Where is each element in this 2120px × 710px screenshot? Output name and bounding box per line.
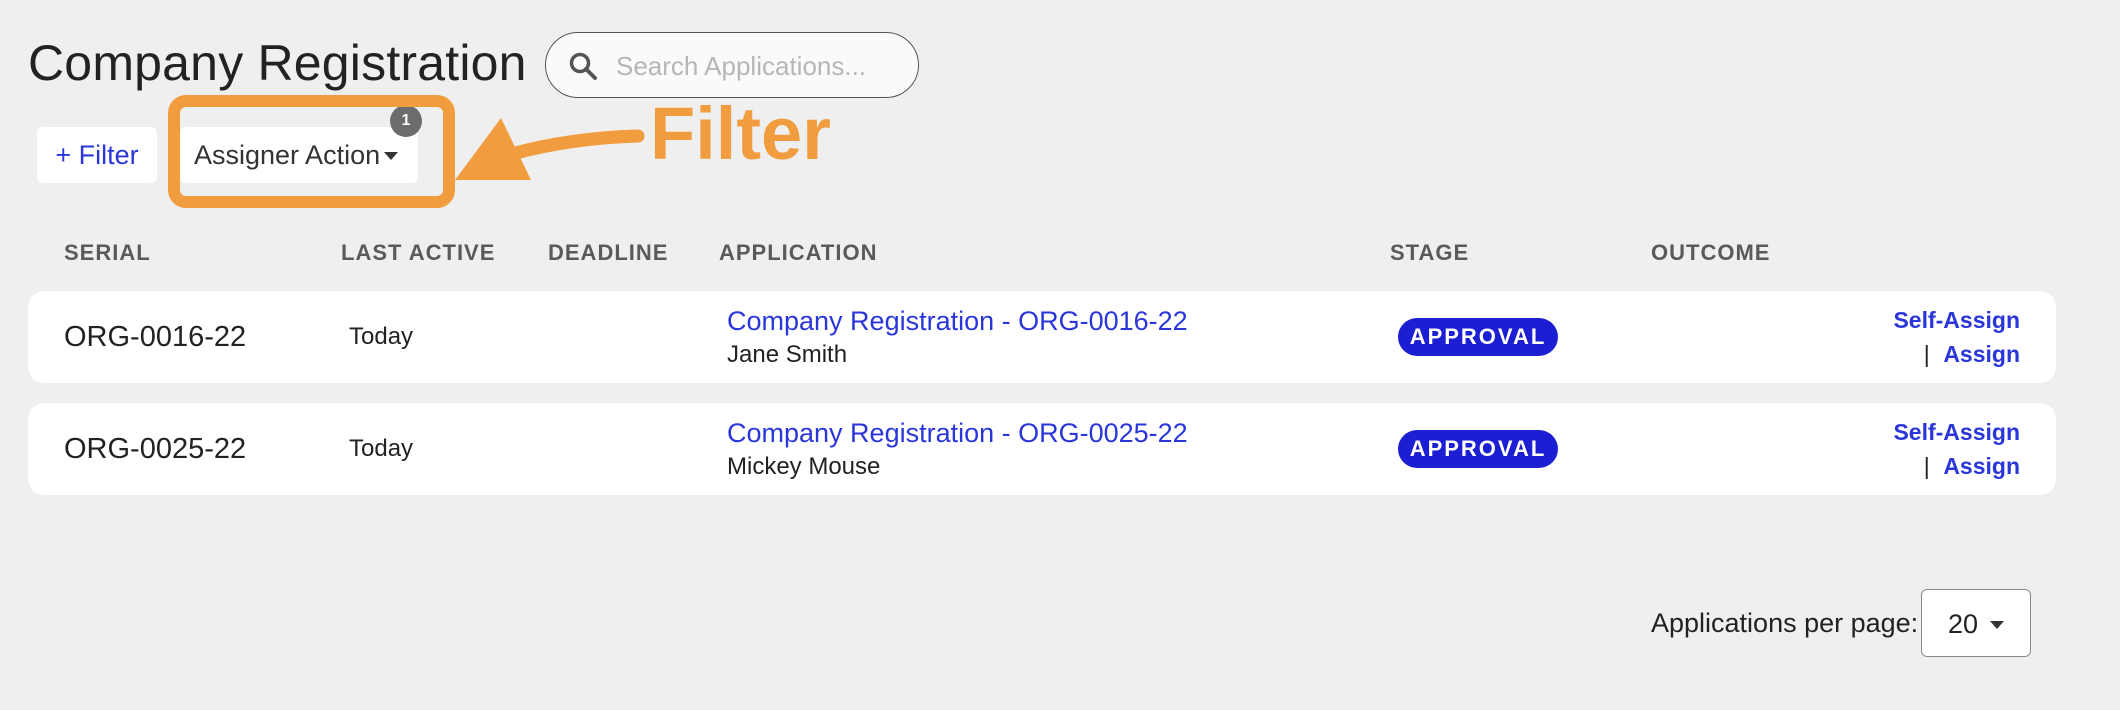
- annotation-label: Filter: [650, 92, 831, 175]
- table-row: ORG-0025-22 Today Company Registration -…: [28, 403, 2056, 495]
- page-title: Company Registration: [28, 35, 527, 91]
- assign-action: | Assign: [1924, 341, 2020, 368]
- search-icon: [569, 52, 597, 80]
- application-link[interactable]: Company Registration - ORG-0025-22: [727, 418, 1188, 449]
- column-header-deadline[interactable]: DEADLINE: [548, 240, 668, 266]
- separator: |: [1923, 453, 1930, 479]
- column-header-stage[interactable]: STAGE: [1390, 240, 1469, 266]
- annotation-highlight-box: [168, 95, 455, 208]
- last-active-cell: Today: [349, 435, 414, 462]
- assign-action: | Assign: [1924, 453, 2020, 480]
- search-input[interactable]: [614, 43, 908, 89]
- add-filter-button[interactable]: + Filter: [37, 127, 157, 183]
- assign-link[interactable]: Assign: [1943, 341, 2020, 367]
- assign-link[interactable]: Assign: [1943, 453, 2020, 479]
- self-assign-link[interactable]: Self-Assign: [1893, 419, 2020, 446]
- applicant-name: Mickey Mouse: [727, 453, 881, 480]
- annotation-arrow-icon: [455, 118, 645, 180]
- self-assign-link[interactable]: Self-Assign: [1893, 307, 2020, 334]
- column-header-serial[interactable]: SERIAL: [64, 240, 151, 266]
- stage-badge: APPROVAL: [1398, 318, 1558, 356]
- serial-cell: ORG-0025-22: [64, 433, 247, 465]
- per-page-label: Applications per page:: [1651, 608, 1919, 638]
- table-row: ORG-0016-22 Today Company Registration -…: [28, 291, 2056, 383]
- application-link[interactable]: Company Registration - ORG-0016-22: [727, 306, 1188, 337]
- column-header-application[interactable]: APPLICATION: [719, 240, 877, 266]
- column-header-outcome[interactable]: OUTCOME: [1651, 240, 1770, 266]
- separator: |: [1923, 341, 1930, 367]
- serial-cell: ORG-0016-22: [64, 321, 247, 353]
- search-box[interactable]: [545, 32, 919, 98]
- column-header-last-active[interactable]: LAST ACTIVE: [341, 240, 495, 266]
- per-page-select[interactable]: 20: [1921, 589, 2031, 657]
- per-page-value: 20: [1948, 609, 1979, 639]
- caret-down-icon: [1990, 621, 2004, 629]
- stage-badge: APPROVAL: [1398, 430, 1558, 468]
- last-active-cell: Today: [349, 323, 414, 350]
- applicant-name: Jane Smith: [727, 341, 848, 368]
